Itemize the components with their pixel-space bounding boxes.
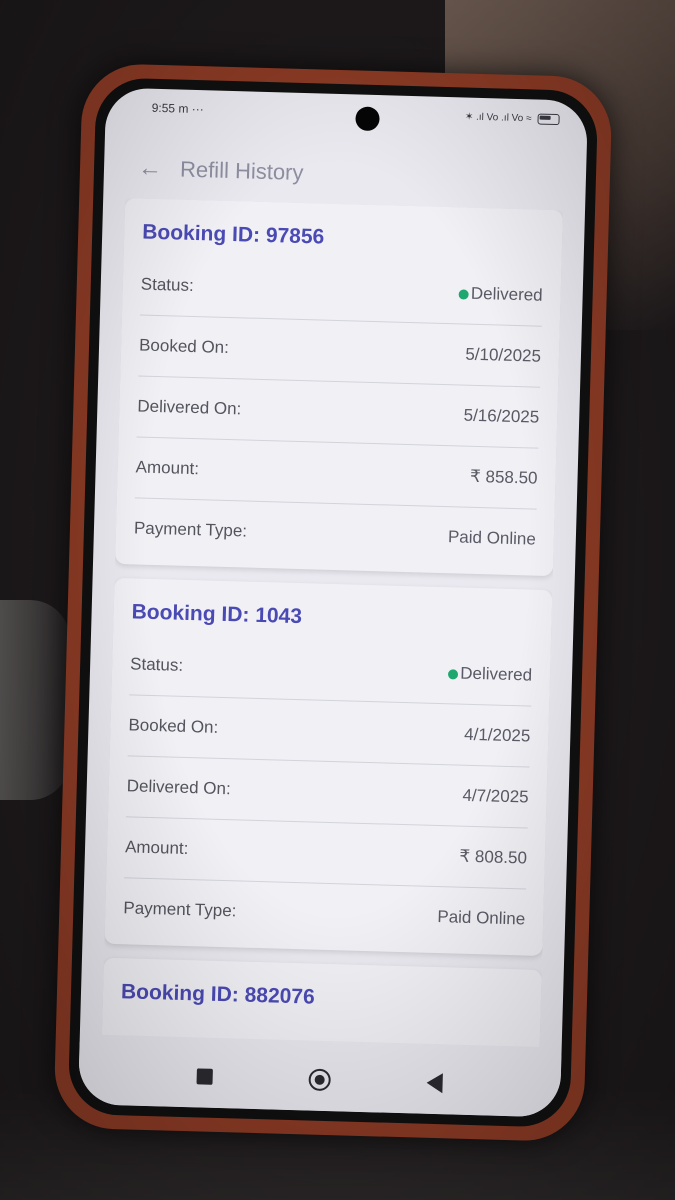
status-icons: ✶ .ıl Vo .ıl Vo ≈	[465, 111, 560, 125]
detail-value-text: 4/7/2025	[462, 785, 529, 807]
detail-label: Status:	[129, 654, 184, 675]
detail-label: Delivered On:	[126, 776, 231, 799]
booking-id-title: Booking ID: 97856	[141, 220, 325, 249]
detail-label: Payment Type:	[133, 518, 248, 541]
back-button[interactable]	[426, 1072, 443, 1094]
status-badge: Delivered	[437, 1043, 521, 1047]
status-badge: Delivered	[448, 663, 532, 685]
status-bar: 9:55 m ··· ✶ .ıl Vo .ıl Vo ≈	[105, 87, 588, 138]
status-notifications: m ···	[178, 101, 204, 117]
detail-label: Amount:	[135, 457, 200, 479]
detail-value-text: Delivered	[449, 1043, 521, 1047]
booking-detail-row: Payment Type: Paid Online	[123, 878, 527, 949]
booking-id-title: Booking ID: 1043	[131, 600, 303, 629]
system-nav-bar	[77, 1042, 562, 1118]
detail-label: Delivered On:	[137, 396, 242, 419]
detail-value: ₹ 808.50	[459, 847, 527, 869]
booking-detail-row: Amount: ₹ 858.50	[134, 437, 539, 510]
booking-card: Booking ID: 882076 Status:Delivered	[101, 957, 542, 1047]
status-dot-icon	[458, 288, 469, 300]
back-arrow-icon[interactable]: ←	[138, 154, 163, 183]
detail-value-text: Delivered	[470, 283, 543, 305]
status-dot-icon	[448, 668, 459, 680]
detail-label: Payment Type:	[123, 898, 237, 921]
detail-label: Status:	[140, 274, 194, 295]
detail-value-text: Paid Online	[437, 907, 526, 929]
recents-button[interactable]	[196, 1068, 213, 1085]
detail-value-text: Delivered	[460, 663, 533, 685]
detail-value-text: ₹ 808.50	[459, 846, 528, 868]
booking-detail-row: Delivered On: 5/16/2025	[136, 376, 541, 449]
booking-detail-row: Status: Delivered	[129, 634, 533, 707]
booking-detail-row: Amount: ₹ 808.50	[124, 817, 528, 890]
detail-value: Paid Online	[448, 527, 536, 549]
status-badge: Delivered	[458, 283, 543, 305]
battery-icon	[537, 113, 560, 125]
phone-bezel: 9:55 m ··· ✶ .ıl Vo .ıl Vo ≈ ← Refill Hi…	[67, 77, 599, 1128]
booking-id-title: Booking ID: 882076	[120, 980, 316, 1009]
status-time-value: 9:55	[151, 100, 176, 116]
phone-screen: 9:55 m ··· ✶ .ıl Vo .ıl Vo ≈ ← Refill Hi…	[77, 87, 589, 1118]
detail-value-text: ₹ 858.50	[469, 466, 538, 488]
detail-value-text: 4/1/2025	[463, 724, 531, 746]
booking-detail-row: Status:Delivered	[119, 1014, 523, 1047]
booking-detail-row: Status: Delivered	[139, 254, 544, 327]
signal-icons: ✶ .ıl Vo .ıl Vo ≈	[464, 110, 532, 124]
detail-label: Amount:	[124, 837, 189, 859]
booking-detail-row: Delivered On: 4/7/2025	[125, 756, 530, 829]
detail-value: Paid Online	[437, 907, 525, 929]
detail-value: 4/1/2025	[464, 725, 531, 747]
detail-value-text: 5/16/2025	[463, 405, 540, 427]
page-title: Refill History	[179, 156, 304, 186]
booking-detail-row: Booked On: 5/10/2025	[138, 315, 542, 388]
detail-value: 5/16/2025	[463, 406, 539, 428]
detail-value: 5/10/2025	[465, 345, 541, 367]
home-button[interactable]	[308, 1068, 331, 1092]
booking-card: Booking ID: 97856 Status: Delivered Booked …	[114, 198, 564, 577]
phone-body: 9:55 m ··· ✶ .ıl Vo .ıl Vo ≈ ← Refill Hi…	[53, 62, 613, 1143]
booking-list[interactable]: Booking ID: 97856 Status: Delivered Booked …	[101, 198, 564, 1047]
status-time: 9:55 m ···	[152, 101, 204, 116]
booking-detail-row: Booked On: 4/1/2025	[127, 695, 532, 768]
background-object	[0, 600, 70, 800]
detail-value: 4/7/2025	[462, 786, 529, 808]
detail-value: ₹ 858.50	[470, 467, 538, 489]
booking-card: Booking ID: 1043 Status: Delivered Booked O…	[104, 577, 553, 956]
booking-detail-row: Payment Type: Paid Online	[133, 498, 537, 569]
detail-value-text: Paid Online	[447, 527, 537, 549]
detail-label: Booked On:	[138, 335, 230, 357]
detail-value-text: 5/10/2025	[465, 344, 542, 366]
detail-label: Booked On:	[128, 715, 219, 737]
